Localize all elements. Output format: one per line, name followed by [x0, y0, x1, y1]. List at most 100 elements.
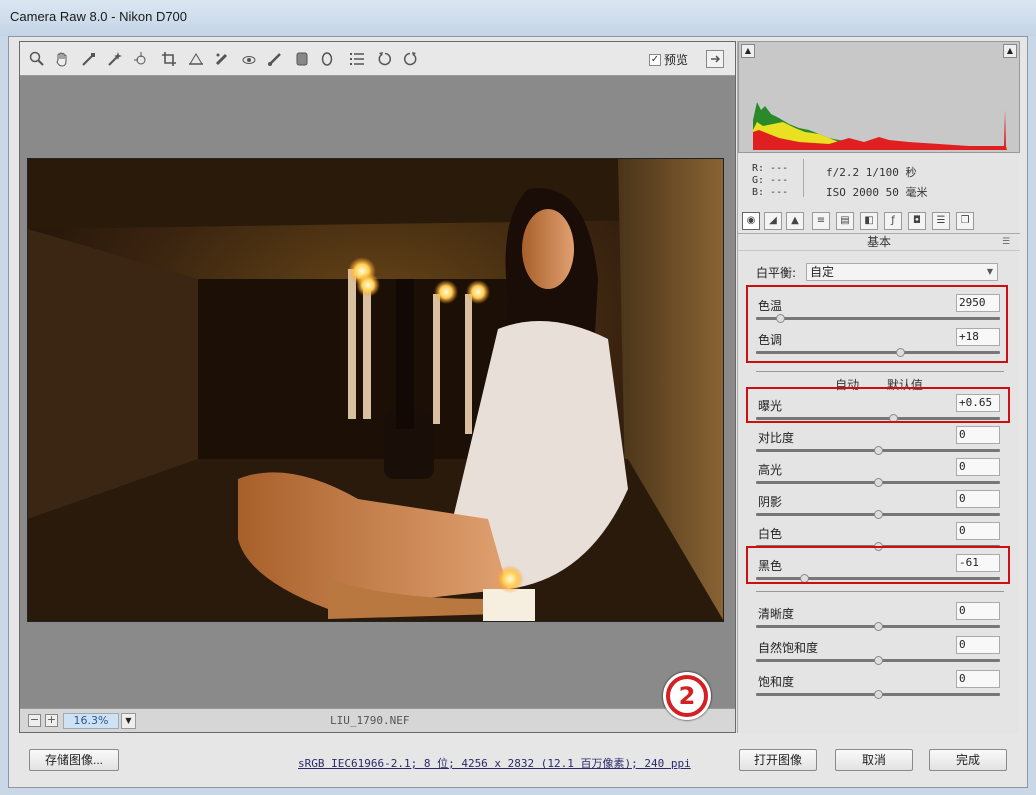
adjustment-brush-icon[interactable] — [266, 50, 284, 68]
slider-value[interactable]: 0 — [956, 670, 1000, 688]
slider-temperature[interactable]: 色温 2950 — [756, 294, 1000, 329]
zoom-out-button[interactable]: − — [28, 714, 41, 727]
detail-tab-icon[interactable]: ▲ — [786, 212, 804, 230]
slider-thumb[interactable] — [874, 622, 883, 631]
save-image-button[interactable]: 存储图像... — [29, 749, 119, 771]
snapshots-tab-icon[interactable]: ❐ — [956, 212, 974, 230]
slider-thumb[interactable] — [874, 446, 883, 455]
radial-filter-icon[interactable] — [318, 50, 336, 68]
slider-thumb[interactable] — [874, 690, 883, 699]
slider-whites[interactable]: 白色 0 — [756, 522, 1000, 557]
slider-saturation[interactable]: 饱和度 0 — [756, 670, 1000, 705]
bottom-bar: 存储图像... sRGB IEC61966-2.1; 8 位; 4256 x 2… — [9, 737, 1027, 787]
done-button[interactable]: 完成 — [929, 749, 1007, 771]
slider-thumb[interactable] — [874, 478, 883, 487]
title-bar: Camera Raw 8.0 - Nikon D700 — [0, 0, 1036, 36]
camera-calibration-tab-icon[interactable]: ◘ — [908, 212, 926, 230]
slider-value[interactable]: -61 — [956, 554, 1000, 572]
slider-tint[interactable]: 色调 +18 — [756, 328, 1000, 363]
slider-value[interactable]: 0 — [956, 602, 1000, 620]
slider-value[interactable]: 0 — [956, 490, 1000, 508]
slider-thumb[interactable] — [874, 656, 883, 665]
white-balance-value: 自定 — [810, 265, 835, 279]
slider-value[interactable]: 2950 — [956, 294, 1000, 312]
slider-value[interactable]: 0 — [956, 636, 1000, 654]
slider-thumb[interactable] — [776, 314, 786, 323]
slider-value[interactable]: +0.65 — [956, 394, 1000, 412]
preferences-icon[interactable] — [348, 50, 366, 68]
spot-removal-icon[interactable] — [213, 50, 231, 68]
slider-label: 黑色 — [758, 559, 783, 573]
slider-clarity[interactable]: 清晰度 0 — [756, 602, 1000, 637]
window-title: Camera Raw 8.0 - Nikon D700 — [10, 9, 188, 24]
color-sampler-icon[interactable] — [106, 50, 124, 68]
step-callout-number: 2 — [670, 679, 704, 713]
histogram: ▲ ▲ — [738, 41, 1020, 153]
slider-value[interactable]: 0 — [956, 426, 1000, 444]
presets-tab-icon[interactable]: ☰ — [932, 212, 950, 230]
shadow-clip-warning-icon[interactable]: ▲ — [741, 44, 755, 58]
panel-title: 基本 — [738, 233, 1020, 251]
cancel-button[interactable]: 取消 — [835, 749, 913, 771]
slider-exposure[interactable]: 曝光 +0.65 — [756, 394, 1000, 429]
zoom-in-button[interactable]: + — [45, 714, 58, 727]
effects-tab-icon[interactable]: ƒ — [884, 212, 902, 230]
graduated-filter-icon[interactable] — [293, 50, 311, 68]
lens-corrections-tab-icon[interactable]: ◧ — [860, 212, 878, 230]
panel-menu-icon[interactable]: ☰ — [1002, 237, 1010, 247]
slider-thumb[interactable] — [874, 542, 883, 551]
rotate-right-icon[interactable] — [401, 50, 419, 68]
slider-value[interactable]: +18 — [956, 328, 1000, 346]
crop-tool-icon[interactable] — [160, 50, 178, 68]
zoom-tool-icon[interactable] — [28, 50, 46, 68]
slider-thumb[interactable] — [874, 510, 883, 519]
photo-preview[interactable] — [27, 158, 724, 622]
slider-track[interactable] — [756, 351, 1000, 354]
highlight-clip-warning-icon[interactable]: ▲ — [1003, 44, 1017, 58]
photo-image — [28, 159, 723, 621]
split-toning-tab-icon[interactable]: ▤ — [836, 212, 854, 230]
zoom-level[interactable]: 16.3% — [63, 713, 119, 729]
slider-shadows[interactable]: 阴影 0 — [756, 490, 1000, 525]
slider-label: 曝光 — [758, 399, 783, 413]
preview-pane: ✓ 预览 − + 16.3% ▼ LIU_1790.NEF — [19, 41, 736, 733]
divider — [756, 371, 1004, 372]
camera-raw-dialog: ✓ 预览 − + 16.3% ▼ LIU_1790.NEF ▲ ▲ R: ---… — [8, 36, 1028, 788]
slider-thumb[interactable] — [799, 574, 809, 583]
hsl-tab-icon[interactable]: ≡ — [812, 212, 830, 230]
rotate-left-icon[interactable] — [376, 50, 394, 68]
preview-toggle[interactable]: ✓ 预览 — [649, 51, 688, 68]
slider-label: 白色 — [758, 527, 783, 541]
slider-highlights[interactable]: 高光 0 — [756, 458, 1000, 493]
slider-contrast[interactable]: 对比度 0 — [756, 426, 1000, 461]
straighten-tool-icon[interactable] — [187, 50, 205, 68]
targeted-adjustment-icon[interactable] — [132, 50, 150, 68]
slider-label: 色调 — [758, 333, 783, 347]
panel-tabs: ◉ ◢ ▲ ≡ ▤ ◧ ƒ ◘ ☰ ❐ — [738, 209, 1020, 233]
iso-focal: ISO 2000 50 毫米 — [826, 186, 928, 199]
open-image-button[interactable]: 打开图像 — [739, 749, 817, 771]
slider-value[interactable]: 0 — [956, 458, 1000, 476]
slider-vibrance[interactable]: 自然饱和度 0 — [756, 636, 1000, 671]
red-eye-icon[interactable] — [240, 50, 258, 68]
slider-thumb[interactable] — [888, 414, 898, 423]
preview-checkbox[interactable]: ✓ — [649, 53, 661, 66]
slider-blacks[interactable]: 黑色 -61 — [756, 554, 1000, 589]
auto-link[interactable]: 自动 — [835, 378, 859, 392]
slider-track[interactable] — [756, 317, 1000, 320]
zoom-dropdown-icon[interactable]: ▼ — [121, 713, 136, 729]
workflow-options-link[interactable]: sRGB IEC61966-2.1; 8 位; 4256 x 2832 (12.… — [298, 755, 691, 771]
slider-track[interactable] — [756, 577, 1000, 580]
slider-track[interactable] — [756, 417, 1000, 420]
fullscreen-toggle-icon[interactable] — [706, 50, 724, 68]
slider-value[interactable]: 0 — [956, 522, 1000, 540]
slider-thumb[interactable] — [895, 348, 905, 357]
auto-default-row: 自动 默认值 — [738, 376, 1020, 393]
hand-tool-icon[interactable] — [53, 50, 71, 68]
white-balance-select[interactable]: 自定 ▼ — [806, 263, 998, 281]
default-link[interactable]: 默认值 — [887, 378, 923, 392]
basic-tab-icon[interactable]: ◉ — [742, 212, 760, 230]
chevron-down-icon: ▼ — [986, 267, 993, 276]
tone-curve-tab-icon[interactable]: ◢ — [764, 212, 782, 230]
white-balance-tool-icon[interactable] — [80, 50, 98, 68]
